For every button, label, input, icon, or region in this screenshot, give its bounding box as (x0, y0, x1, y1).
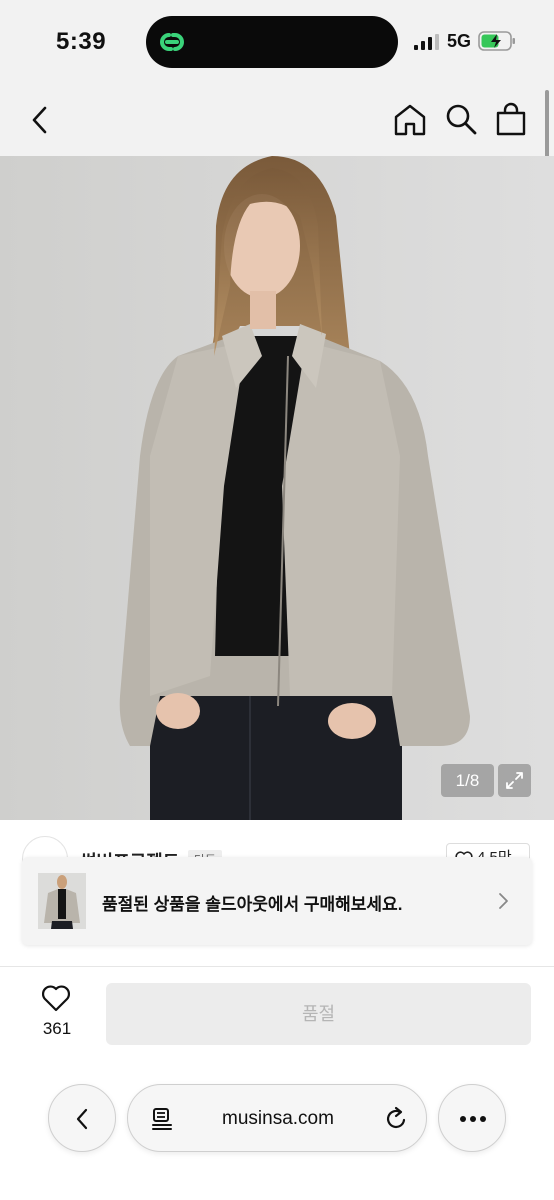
back-arrow-icon[interactable] (24, 104, 56, 136)
more-options-button[interactable] (438, 1084, 506, 1152)
url-text: musinsa.com (222, 1108, 334, 1129)
reload-icon[interactable] (384, 1106, 410, 1132)
reader-mode-icon[interactable] (150, 1107, 174, 1131)
status-bar: 5:39 5G (0, 0, 554, 86)
image-page-counter: 1/8 (441, 764, 494, 797)
wishlist-button[interactable]: 361 (30, 984, 84, 1044)
ellipsis-icon (460, 1116, 486, 1122)
browser-back-button[interactable] (48, 1084, 116, 1152)
status-time: 5:39 (56, 28, 107, 55)
network-type: 5G (447, 31, 472, 51)
top-nav-bar (0, 86, 554, 156)
product-image[interactable] (0, 156, 554, 820)
address-bar[interactable]: musinsa.com (127, 1084, 427, 1152)
expand-image-button[interactable] (498, 764, 531, 797)
soldout-market-banner[interactable]: 품절된 상품을 솔드아웃에서 구매해보세요. (22, 857, 532, 945)
shopping-bag-icon[interactable] (494, 101, 528, 137)
expand-icon (506, 772, 523, 789)
soldout-button[interactable]: 품절 (106, 983, 531, 1045)
cellular-signal-icon (414, 34, 439, 50)
wishlist-count: 361 (42, 1019, 72, 1038)
heart-icon (42, 985, 70, 1012)
chevron-right-icon (499, 893, 508, 909)
home-icon[interactable] (392, 102, 428, 138)
product-photo-jacket (0, 156, 554, 820)
banner-product-thumbnail (38, 873, 86, 929)
dynamic-island (146, 16, 398, 68)
banner-text: 품절된 상품을 솔드아웃에서 구매해보세요. (102, 895, 403, 914)
search-icon[interactable] (444, 102, 478, 136)
link-icon (160, 33, 184, 51)
battery-charging-icon (478, 31, 515, 51)
chevron-left-icon (76, 1108, 88, 1130)
